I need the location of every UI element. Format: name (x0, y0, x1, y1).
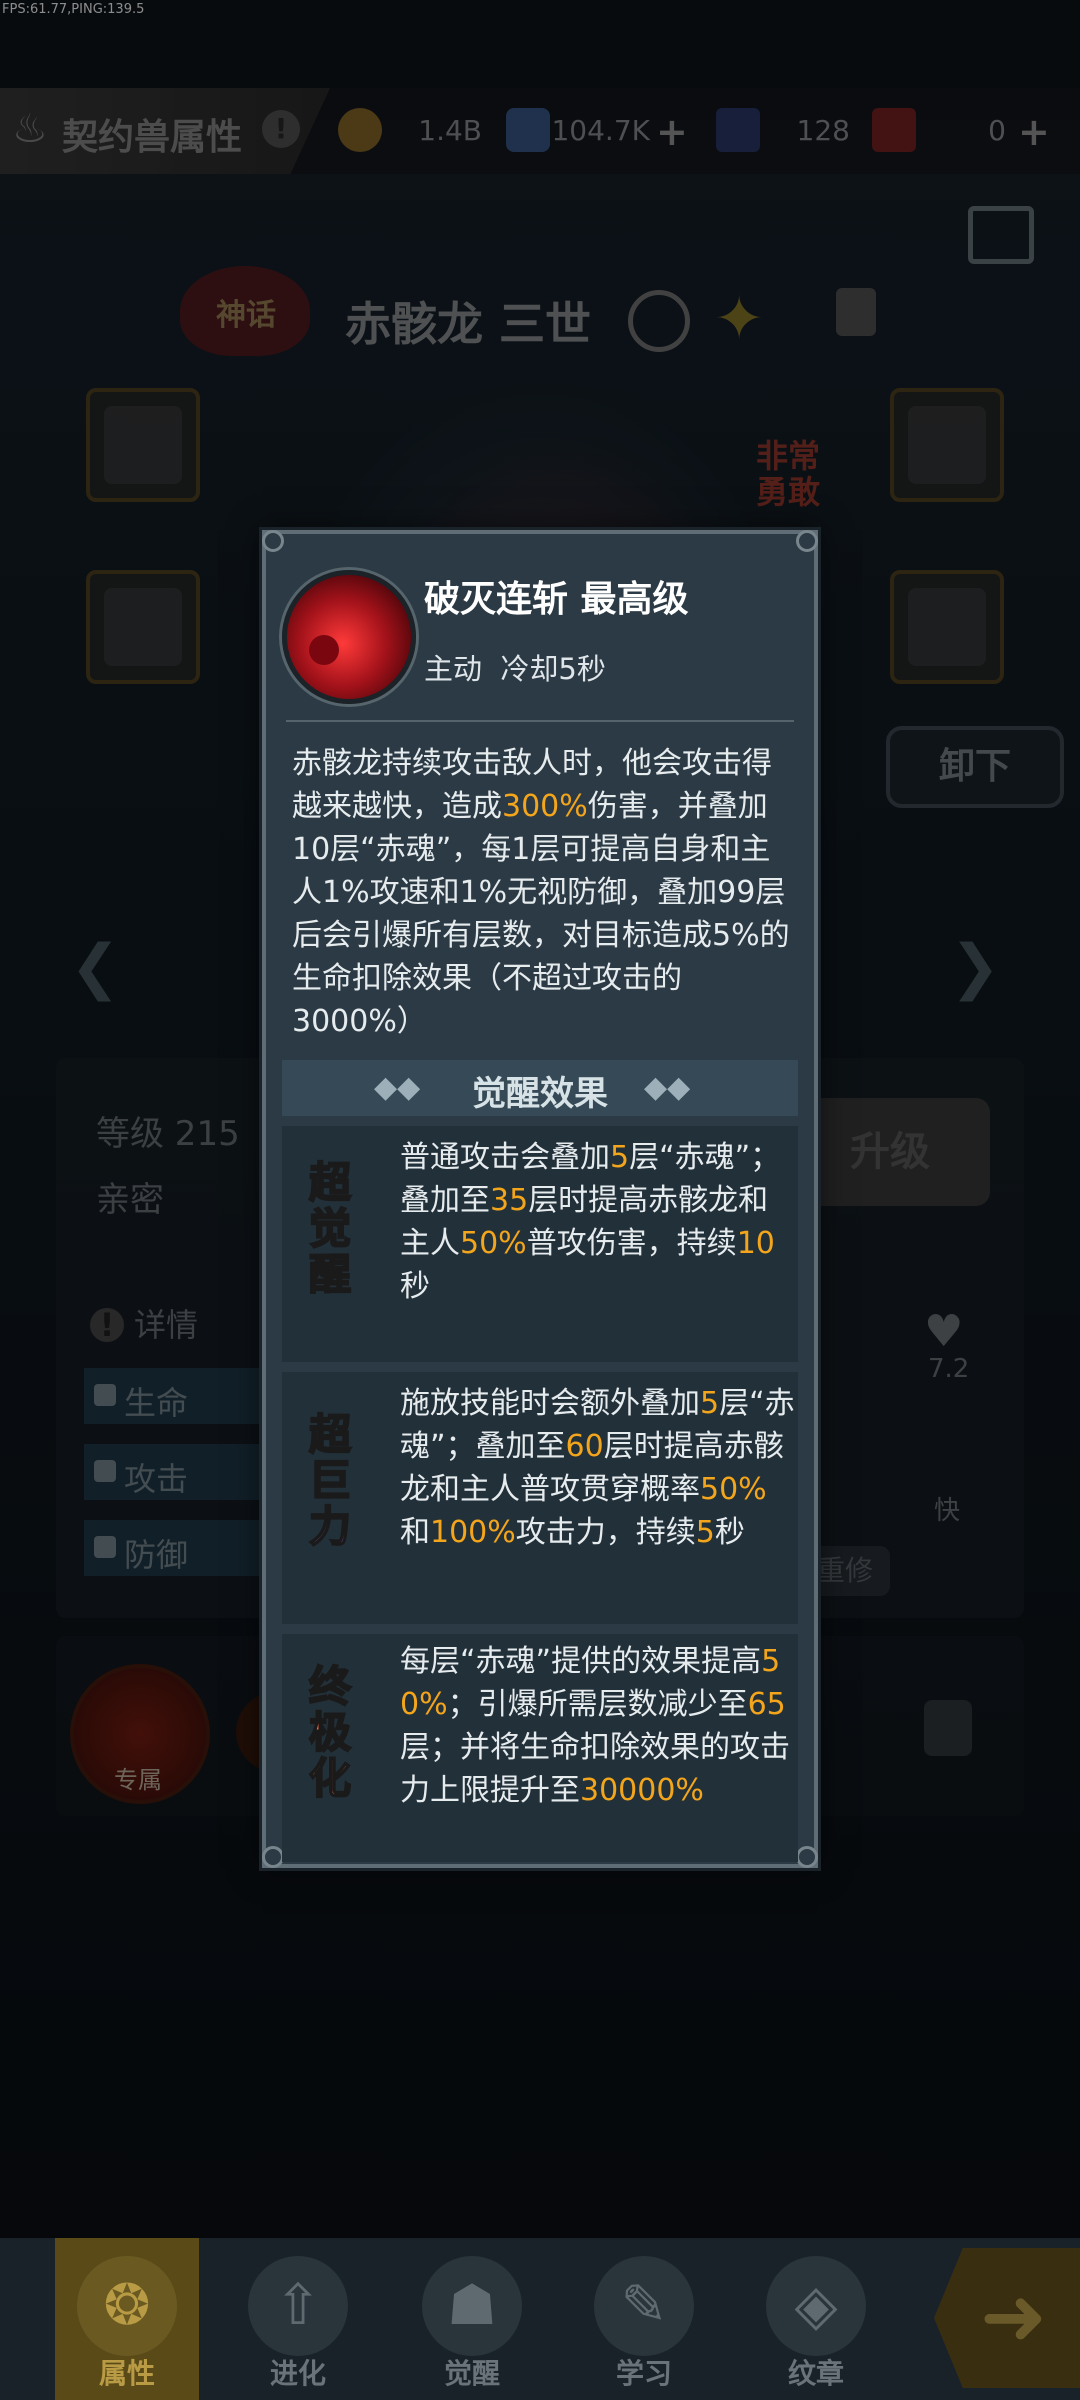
tag-super-might: 超巨力 (308, 1410, 352, 1551)
nav-label: 学习 (615, 2357, 672, 2390)
nav-label: 进化 (269, 2357, 326, 2390)
feather-icon: ✎ (594, 2256, 694, 2356)
eff-text: ；引爆所需层数减少至 (447, 1687, 748, 1722)
frame-corner (796, 1846, 818, 1868)
skill-description: 赤骸龙持续攻击敌人时，他会攻击得越来越快，造成300%伤害，并叠加10层“赤魂”… (292, 742, 800, 1043)
awakening-header-label: 觉醒效果 (472, 1074, 608, 1114)
fox-mask-icon: ☗ (422, 2256, 522, 2356)
eff-text: 攻击力，持续 (515, 1515, 696, 1550)
go-forward-button[interactable]: ➜ (934, 2248, 1080, 2388)
skill-subtitle: 主动 冷却5秒 (424, 652, 606, 686)
desc-highlight: 300% (502, 789, 588, 824)
diamond-ornament-icon: ◆◆ (644, 1070, 691, 1105)
frame-corner (262, 530, 284, 552)
awakening-effect-2: 超巨力 施放技能时会额外叠加5层“赤魂”；叠加至60层时提高赤骸龙和主人普攻贯穿… (282, 1372, 798, 1624)
skill-title: 破灭连斩 最高级 (424, 579, 689, 620)
arrow-up-icon: ⇧ (248, 2256, 348, 2356)
nav-tab-awaken[interactable]: ☗ 觉醒 (400, 2238, 544, 2400)
paw-icon: ❂ (77, 2256, 177, 2356)
eff-highlight: 35 (490, 1183, 529, 1218)
nav-tab-evolve[interactable]: ⇧ 进化 (226, 2238, 370, 2400)
effect-text: 每层“赤魂”提供的效果提高50%；引爆所需层数减少至65层；并将生命扣除效果的攻… (400, 1640, 796, 1812)
eff-highlight: 50% (460, 1226, 527, 1261)
nav-label: 纹章 (787, 2357, 844, 2390)
frame-corner (262, 1846, 284, 1868)
eff-text: 施放技能时会额外叠加 (400, 1386, 700, 1421)
skill-detail-popup[interactable]: 破灭连斩 最高级 主动 冷却5秒 赤骸龙持续攻击敌人时，他会攻击得越来越快，造成… (262, 530, 818, 1868)
bottom-nav: ❂ 属性 ⇧ 进化 ☗ 觉醒 ✎ 学习 ◈ 纹章 (0, 2238, 1080, 2400)
eff-highlight: 5 (610, 1140, 630, 1175)
eff-text: 秒 (714, 1515, 745, 1550)
tag-super-awaken: 超觉醒 (308, 1158, 352, 1299)
tag-ultimate: 终极化 (308, 1662, 352, 1803)
nav-tab-crest[interactable]: ◈ 纹章 (744, 2238, 888, 2400)
eff-highlight: 10 (736, 1226, 775, 1261)
awakening-effect-3: 终极化 每层“赤魂”提供的效果提高50%；引爆所需层数减少至65层；并将生命扣除… (282, 1634, 798, 1862)
divider (286, 720, 794, 722)
eff-text: 和 (400, 1515, 430, 1550)
eff-highlight: 60 (565, 1429, 604, 1464)
eff-highlight: 100% (430, 1515, 516, 1550)
desc-text: 伤害，并叠加10层“赤魂”，每1层可提高自身和主人1%攻速和1%无视防御，叠加9… (292, 789, 790, 1039)
forward-arrow-icon: ➜ (980, 2270, 1048, 2363)
nav-tab-learn[interactable]: ✎ 学习 (572, 2238, 716, 2400)
eff-highlight: 50% (700, 1472, 767, 1507)
crest-icon: ◈ (766, 2256, 866, 2356)
eff-highlight: 65 (747, 1687, 786, 1722)
nav-label: 觉醒 (443, 2357, 500, 2390)
awakening-effect-1: 超觉醒 普通攻击会叠加5层“赤魂”；叠加至35层时提高赤骸龙和主人50%普攻伤害… (282, 1126, 798, 1362)
frame-corner (796, 530, 818, 552)
nav-label: 属性 (98, 2357, 155, 2390)
eff-text: 普攻伤害，持续 (526, 1226, 737, 1261)
awakening-header: ◆◆ 觉醒效果 ◆◆ (282, 1060, 798, 1116)
nav-tab-attributes[interactable]: ❂ 属性 (55, 2238, 199, 2400)
eff-highlight: 30000% (580, 1773, 704, 1808)
effect-text: 施放技能时会额外叠加5层“赤魂”；叠加至60层时提高赤骸龙和主人普攻贯穿概率50… (400, 1382, 796, 1554)
eff-highlight: 5 (695, 1515, 715, 1550)
eff-text: 普通攻击会叠加 (400, 1140, 610, 1175)
eff-highlight: 5 (700, 1386, 720, 1421)
eff-text: 秒 (400, 1269, 430, 1304)
eff-text: 每层“赤魂”提供的效果提高 (400, 1644, 762, 1679)
skill-icon (282, 570, 416, 704)
effect-text: 普通攻击会叠加5层“赤魂”；叠加至35层时提高赤骸龙和主人50%普攻伤害，持续1… (400, 1136, 796, 1308)
